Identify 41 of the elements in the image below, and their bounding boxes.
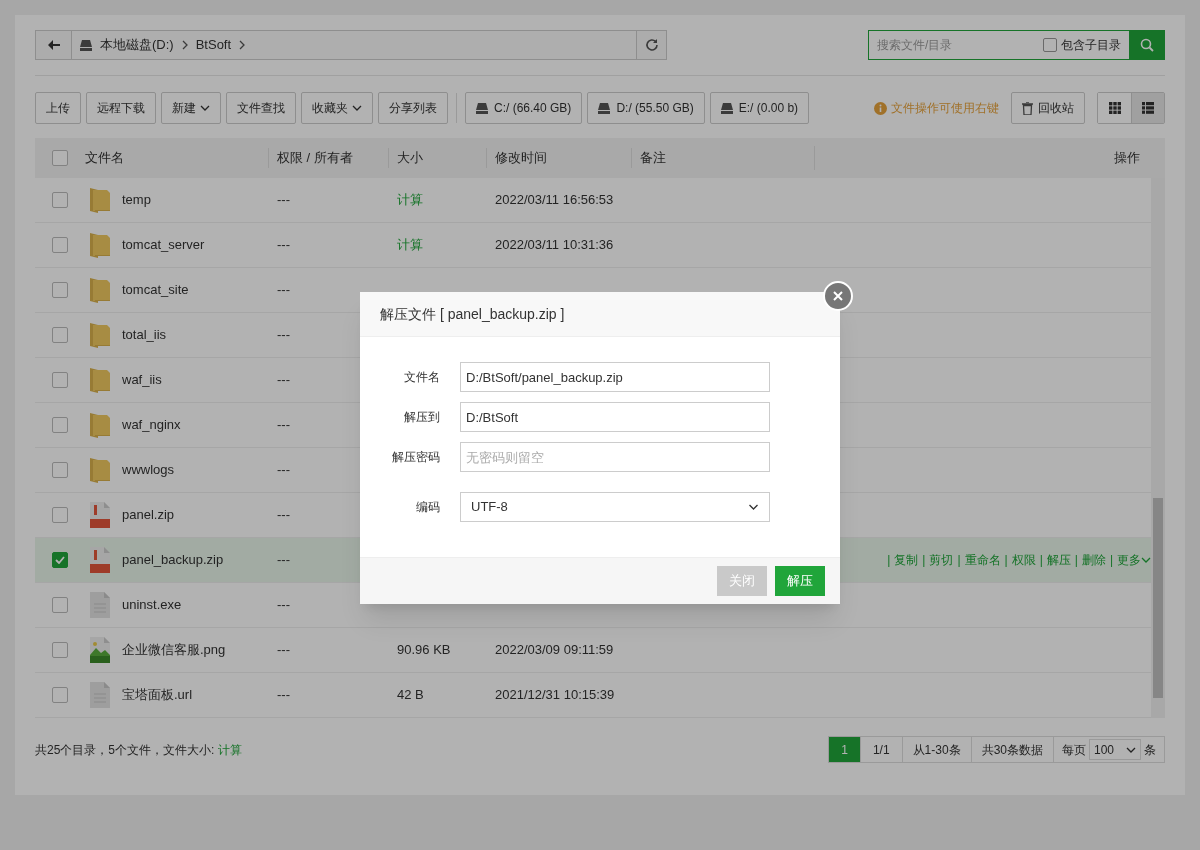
total-count-text: 共30条数据 <box>981 741 1043 759</box>
permission-text: --- <box>277 282 290 298</box>
permission-text: --- <box>277 507 290 523</box>
permission-text: --- <box>277 417 290 433</box>
permission-text: --- <box>277 687 290 703</box>
modified-time: 2022/03/09 09:11:59 <box>495 642 614 658</box>
permission-text: --- <box>277 327 290 343</box>
field-label: 编码 <box>416 500 440 514</box>
modified-time: 2022/03/11 10:31:36 <box>495 237 614 253</box>
column-header: 备注 <box>631 148 814 168</box>
field-label: 解压密码 <box>392 450 440 464</box>
separator-text: | <box>887 552 891 569</box>
column-header: 文件名 <box>85 149 125 168</box>
per-page-unit: 条 <box>1144 741 1156 759</box>
permission-text: --- <box>277 237 290 253</box>
context-menu-tip: 文件操作可使用右键 <box>891 100 999 117</box>
modified-time: 2022/03/11 16:56:53 <box>495 192 614 208</box>
permission-text: --- <box>277 597 290 613</box>
permission-text: --- <box>277 372 290 388</box>
field-label: 文件名 <box>404 370 440 384</box>
permission-text: --- <box>277 462 290 478</box>
file-size: 42 B <box>397 687 424 703</box>
separator-text: | <box>1074 552 1078 569</box>
column-header: 大小 <box>388 148 486 168</box>
column-header: 操作 <box>1114 149 1140 168</box>
page-range-text: 从1-30条 <box>912 741 961 759</box>
per-page-label: 每页 <box>1062 741 1086 759</box>
file-size: 90.96 KB <box>397 642 451 658</box>
separator-text: | <box>957 552 961 569</box>
separator-text: | <box>1109 552 1113 569</box>
column-header: 修改时间 <box>486 148 631 168</box>
field-label: 解压到 <box>404 410 440 424</box>
separator-text: | <box>1039 552 1043 569</box>
permission-text: --- <box>277 552 290 568</box>
column-header: 权限 / 所有者 <box>268 148 388 168</box>
summary-text: 共25个目录，5个文件，文件大小: <box>35 742 215 757</box>
permission-text: --- <box>277 642 290 658</box>
permission-text: --- <box>277 192 290 208</box>
modified-time: 2021/12/31 10:15:39 <box>495 687 615 703</box>
separator-text: | <box>922 552 926 569</box>
separator-text: | <box>1004 552 1008 569</box>
